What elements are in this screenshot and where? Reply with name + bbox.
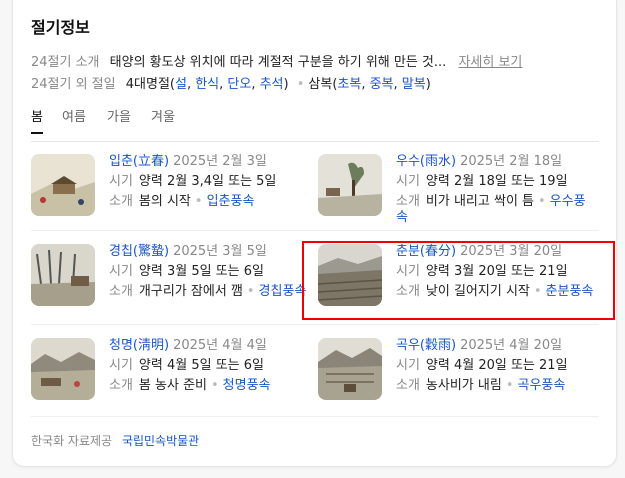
term-date: 2025년 4월 20일 [460,338,563,353]
four-holidays-label: 4대명절( [125,77,175,92]
tab-summer[interactable]: 여름 [62,106,86,125]
source-link[interactable]: 국립민속박물관 [122,434,199,448]
term-name-link[interactable]: 입춘(立春) [109,154,169,169]
period-label: 시기 [109,358,133,373]
separator-dot: • [194,194,203,209]
footer-credit: 한국화 자료제공 국립민속박물관 [31,432,199,449]
term-thumbnail-gyeongchip[interactable] [31,244,95,306]
term-intro: 개구리가 잠에서 깸 [138,284,243,299]
term-intro: 봄 농사 준비 [138,378,207,393]
term-item-cheongmyeong: 청명(淸明) 2025년 4월 4일 시기 양력 4월 5일 또는 6일 소개 봄 농… [31,326,315,414]
footer-label: 한국화 자료제공 [31,434,113,448]
summary-label: 24절기 소개 [31,55,100,70]
custom-link[interactable]: 곡우풍속 [518,378,566,393]
term-name-link[interactable]: 청명(淸明) [109,338,169,353]
term-name-link[interactable]: 경칩(驚蟄) [109,244,169,259]
term-period: 양력 4월 20일 또는 21일 [425,358,568,373]
intro-label: 소개 [109,284,133,299]
period-label: 시기 [109,264,133,279]
intro-label: 소개 [396,378,420,393]
term-period: 양력 3월 5일 또는 6일 [138,264,264,279]
term-period: 양력 4월 5일 또는 6일 [138,358,264,373]
term-date: 2025년 4월 4일 [173,338,267,353]
term-thumbnail-cheongmyeong[interactable] [31,338,95,400]
term-date: 2025년 2월 18일 [460,154,563,169]
term-item-usu: 우수(雨水) 2025년 2월 18일 시기 양력 2월 18일 또는 19일 소개… [318,142,602,230]
term-item-gyeongchip: 경칩(驚蟄) 2025년 3월 5일 시기 양력 3월 5일 또는 6일 소개 개구리… [31,232,315,320]
extra-label: 24절기 외 절일 [31,77,116,92]
row-divider [31,230,599,231]
holiday-link-dano[interactable]: 단오 [227,77,251,92]
holiday-link-seol[interactable]: 설 [175,77,187,92]
intro-label: 소개 [396,194,420,209]
row-divider [31,416,599,417]
period-label: 시기 [396,358,420,373]
term-thumbnail-usu[interactable] [318,154,382,216]
summary-line: 24절기 소개 태양의 황도상 위치에 따라 계절적 구분을 하기 위해 만든 … [31,51,522,70]
holiday-link-malbok[interactable]: 말복 [402,77,426,92]
term-intro: 농사비가 내림 [425,378,502,393]
sambok-label: 삼복( [308,77,338,92]
summary-text: 태양의 황도상 위치에 따라 계절적 구분을 하기 위해 만든 것... [109,55,447,70]
holiday-link-hansik[interactable]: 한식 [195,77,219,92]
highlight-box [302,241,615,320]
term-item-ipchun: 입춘(立春) 2025년 2월 3일 시기 양력 2월 3,4일 또는 5일 소개 봄… [31,142,315,230]
term-date: 2025년 3월 5일 [173,244,267,259]
holiday-link-chuseok[interactable]: 추석 [260,77,284,92]
term-date: 2025년 2월 3일 [173,154,267,169]
term-name-link[interactable]: 곡우(穀雨) [396,338,456,353]
separator-dot: • [211,378,219,393]
row-divider [31,324,599,325]
holiday-link-chobok[interactable]: 초복 [337,77,361,92]
custom-link[interactable]: 청명풍속 [223,378,271,393]
term-period: 양력 2월 3,4일 또는 5일 [138,174,277,189]
term-intro: 봄의 시작 [138,194,191,209]
tab-spring[interactable]: 봄 [31,106,43,134]
seasonal-terms-card: 절기정보 24절기 소개 태양의 황도상 위치에 따라 계절적 구분을 하기 위… [12,0,617,467]
separator-dot: • [538,194,546,209]
separator-dot: • [505,378,514,393]
term-name-link[interactable]: 우수(雨水) [396,154,456,169]
term-intro: 비가 내리고 싹이 틈 [425,194,534,209]
term-thumbnail-ipchun[interactable] [31,154,95,216]
sambok-close: ) [425,77,431,92]
period-label: 시기 [396,174,420,189]
custom-link[interactable]: 입춘풍속 [207,194,255,209]
custom-link[interactable]: 경칩풍속 [259,284,307,299]
intro-label: 소개 [109,194,133,209]
holiday-link-jungbok[interactable]: 중복 [370,77,394,92]
term-thumbnail-gogu[interactable] [318,338,382,400]
term-period: 양력 2월 18일 또는 19일 [425,174,568,189]
tab-autumn[interactable]: 가을 [107,106,131,125]
separator-dot: • [246,284,255,299]
read-more-link[interactable]: 자세히 보기 [458,55,522,70]
tab-winter[interactable]: 겨울 [151,106,175,125]
intro-label: 소개 [109,378,133,393]
extra-holidays-line: 24절기 외 절일 4대명절(설, 한식, 단오, 추석) • 삼복(초복, 중복… [31,77,431,92]
separator-dot: • [296,77,305,92]
term-item-gogu: 곡우(穀雨) 2025년 4월 20일 시기 양력 4월 20일 또는 21일 소개… [318,326,602,414]
card-title: 절기정보 [31,18,90,37]
period-label: 시기 [109,174,133,189]
season-tabs: 봄 여름 가을 겨울 [31,106,599,142]
four-holidays-close: ) [283,77,289,92]
